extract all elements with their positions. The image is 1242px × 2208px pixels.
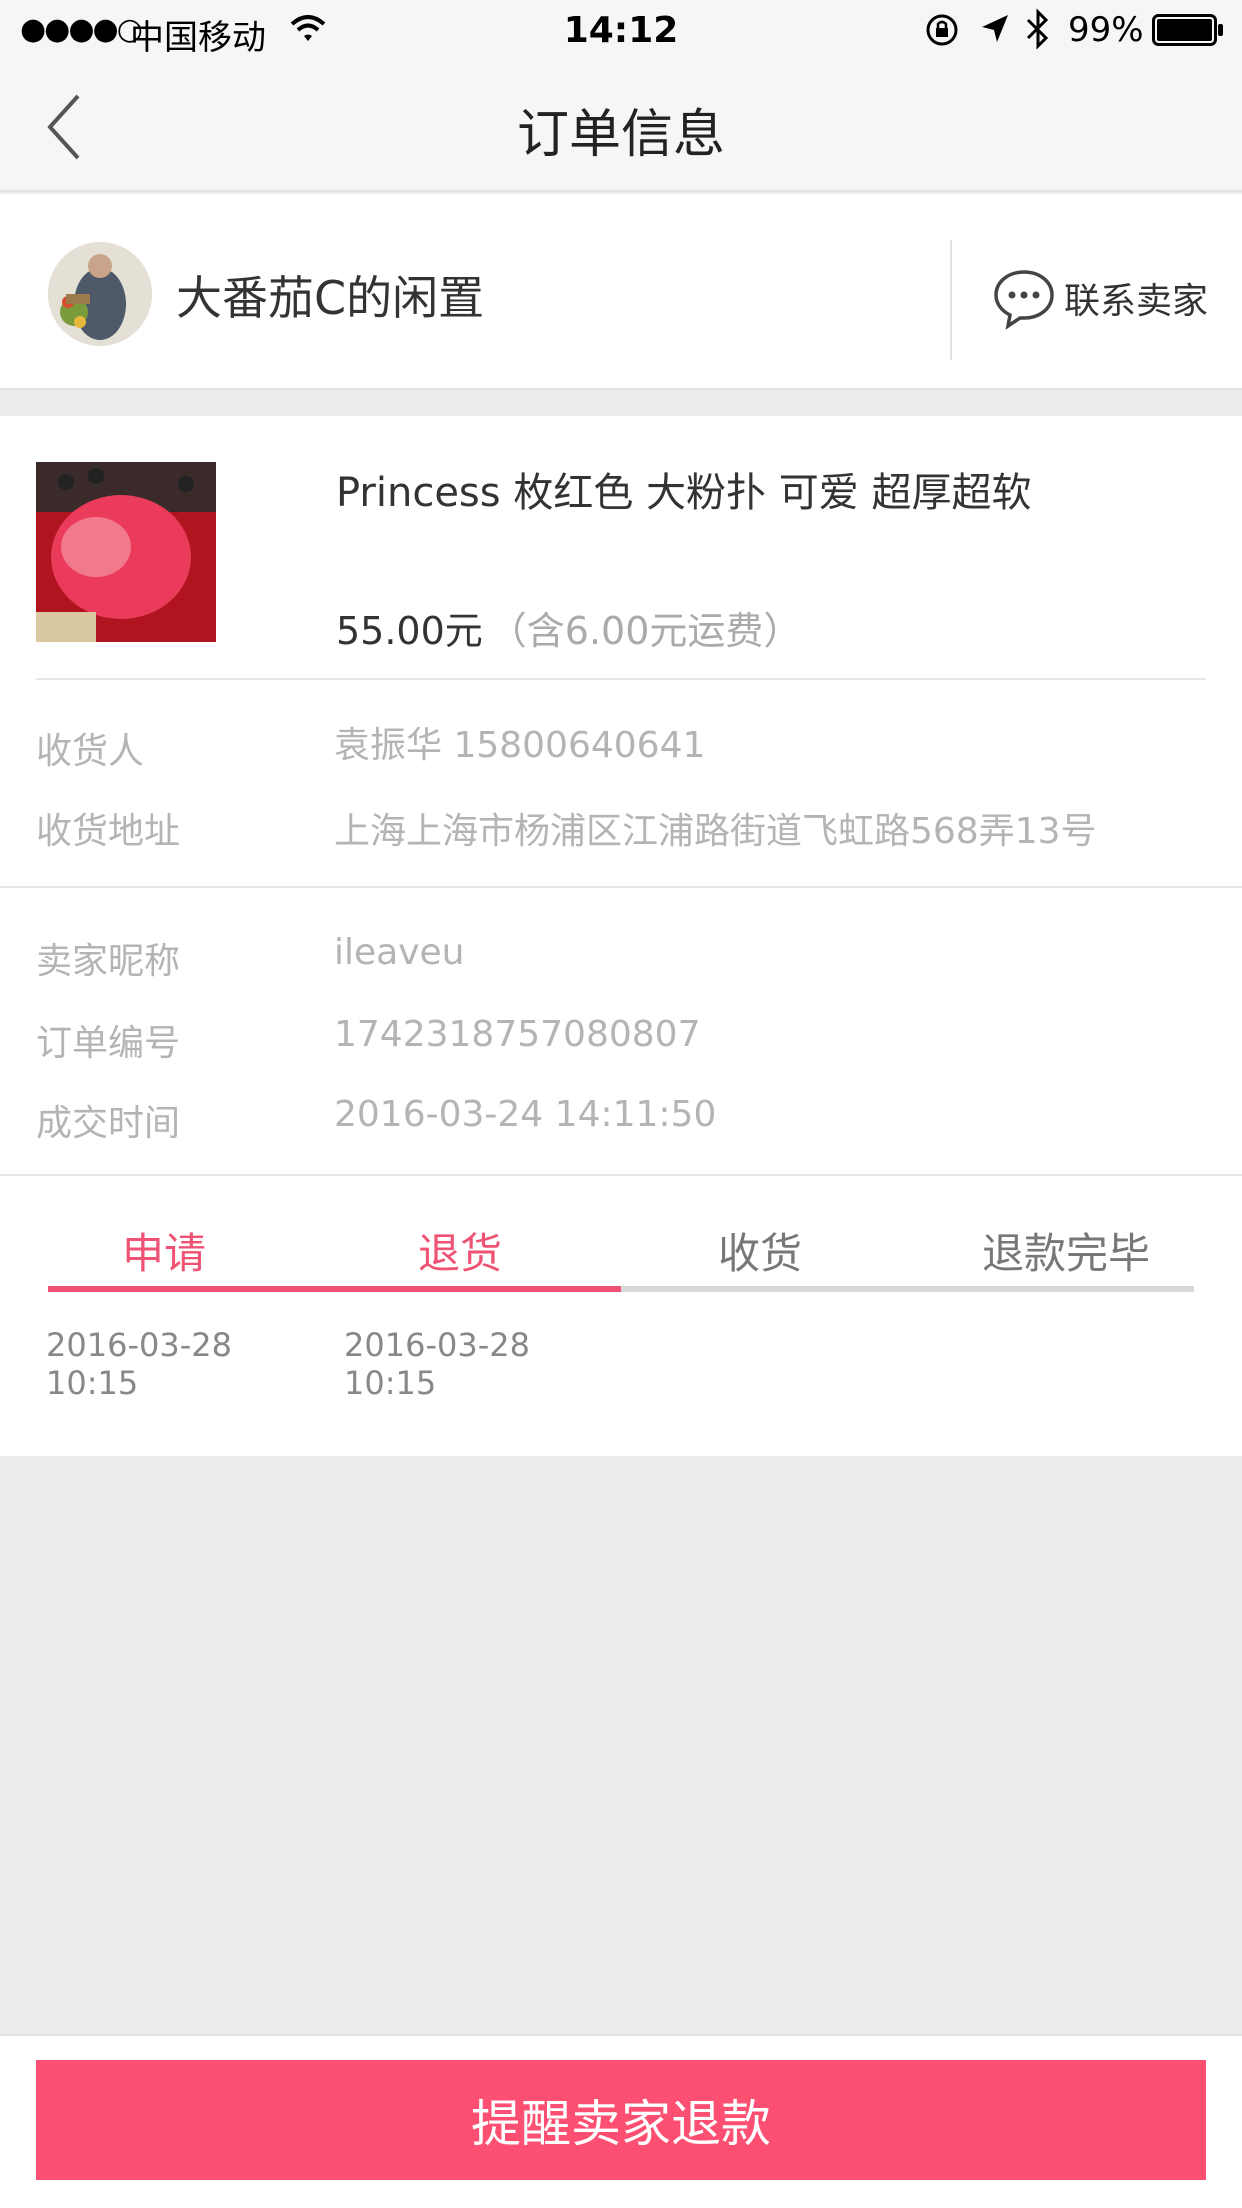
- clock: 14:12: [563, 10, 679, 51]
- address-value: 上海上海市杨浦区江浦路街道飞虹路568弄13号: [334, 811, 1097, 852]
- step-apply-date: 2016-03-28: [46, 1326, 232, 1364]
- seller-row[interactable]: 大番茄C的闲置 联系卖家: [0, 194, 1242, 390]
- step-receive: 收货: [718, 1229, 803, 1278]
- step-return-timestamp: 2016-03-28 10:15: [344, 1326, 530, 1402]
- step-return-time: 10:15: [344, 1364, 437, 1402]
- order-detail-screen: ●●●●○ 中国移动 14:12 99% 订单信息 大番茄C的闲置 联系卖家 P…: [0, 0, 1242, 2208]
- seller-nick-label: 卖家昵称: [36, 941, 181, 982]
- product-image[interactable]: [36, 462, 216, 642]
- chat-bubble-icon: [994, 270, 1054, 330]
- seller-avatar[interactable]: [48, 242, 152, 346]
- product-price: 55.00元: [336, 609, 483, 653]
- contact-seller-label: 联系卖家: [1064, 281, 1209, 322]
- receiver-value: 袁振华 15800640641: [334, 725, 706, 766]
- seller-name: 大番茄C的闲置: [176, 271, 485, 325]
- product-title[interactable]: Princess 枚红色 大粉扑 可爱 超厚超软: [336, 460, 1031, 518]
- divider: [36, 678, 1206, 680]
- order-card: Princess 枚红色 大粉扑 可爱 超厚超软 55.00元 （含6.00元运费…: [0, 416, 1242, 1456]
- seller-nick-value: ileaveu: [334, 932, 465, 973]
- receiver-label: 收货人: [36, 731, 145, 772]
- progress-track: [48, 1286, 1194, 1292]
- address-label: 收货地址: [36, 811, 181, 852]
- location-icon: [982, 15, 1008, 42]
- contact-seller-button[interactable]: 联系卖家: [992, 268, 1209, 330]
- step-apply: 申请: [122, 1229, 207, 1278]
- page-title: 订单信息: [516, 105, 725, 165]
- nav-bar: 订单信息: [0, 62, 1242, 192]
- avatar-image: [48, 242, 152, 346]
- divider: [950, 240, 952, 360]
- order-number-value: 1742318757080807: [334, 1014, 701, 1055]
- step-refund-complete: 退款完毕: [982, 1229, 1151, 1278]
- deal-time-value: 2016-03-24 14:11:50: [334, 1094, 717, 1135]
- step-return-date: 2016-03-28: [344, 1326, 530, 1364]
- orientation-lock-icon: [926, 14, 958, 46]
- step-apply-time: 10:15: [46, 1364, 139, 1402]
- divider: [0, 1174, 1242, 1176]
- step-return: 退货: [418, 1229, 503, 1278]
- step-apply-timestamp: 2016-03-28 10:15: [46, 1326, 232, 1402]
- battery-icon: [1152, 14, 1223, 46]
- divider: [0, 886, 1242, 888]
- status-bar: ●●●●○ 中国移动 14:12 99%: [0, 0, 1242, 62]
- price-line: 55.00元 （含6.00元运费）: [336, 600, 801, 655]
- progress-fill: [48, 1286, 621, 1292]
- product-photo: [36, 462, 216, 642]
- bluetooth-icon: [1026, 8, 1049, 50]
- shipping-fee: （含6.00元运费）: [488, 609, 802, 653]
- battery-percent: 99%: [1068, 10, 1144, 50]
- order-number-label: 订单编号: [36, 1023, 181, 1064]
- remind-seller-refund-button[interactable]: 提醒卖家退款: [36, 2060, 1206, 2180]
- deal-time-label: 成交时间: [36, 1103, 181, 1144]
- bottom-action-bar: 提醒卖家退款: [0, 2034, 1242, 2208]
